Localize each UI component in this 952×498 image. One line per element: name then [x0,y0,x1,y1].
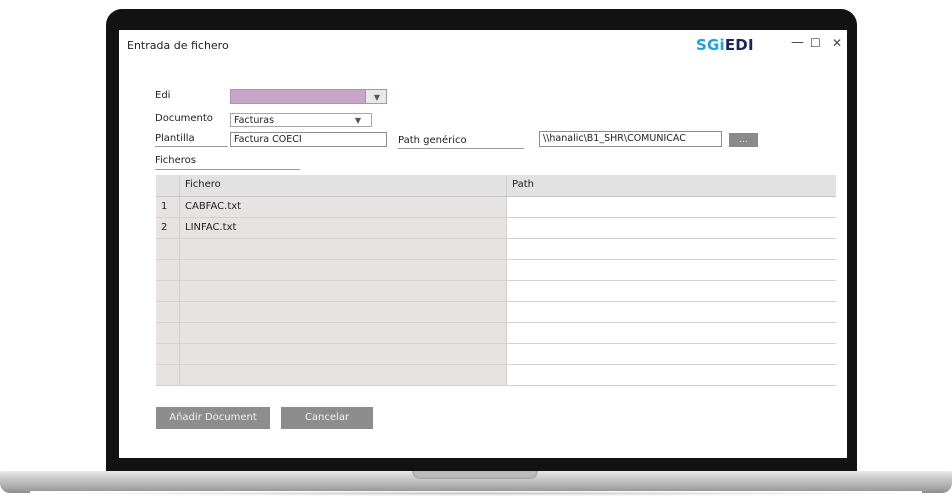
fichero-cell[interactable] [180,344,507,364]
laptop-shadow [30,491,922,496]
edi-label: Edi [155,90,171,101]
fichero-cell[interactable] [180,302,507,322]
path-cell[interactable] [507,323,836,343]
documento-select[interactable]: Facturas ▼ [230,113,372,127]
row-number: 1 [156,197,180,217]
row-number: 2 [156,218,180,238]
add-document-button[interactable]: Añadir Document [156,407,270,429]
minimize-icon[interactable]: — [791,35,804,50]
path-generico-label: Path genérico [398,135,524,149]
documento-value: Facturas [234,115,275,126]
chevron-down-icon: ▼ [373,93,380,102]
table-row[interactable]: 1 CABFAC.txt [156,197,836,218]
column-header-fichero[interactable]: Fichero [180,175,507,196]
fichero-cell[interactable] [180,323,507,343]
plantilla-input[interactable]: Factura COECI [230,132,387,147]
path-cell[interactable] [507,260,836,280]
maximize-icon[interactable]: ☐ [810,36,821,50]
row-number [156,302,180,322]
table-row[interactable]: 2 LINFAC.txt [156,218,836,239]
laptop-notch [412,471,538,479]
chevron-down-icon: ▼ [354,116,361,125]
documento-label: Documento [155,113,213,124]
path-cell[interactable] [507,365,836,385]
table-header: Fichero Path [156,175,836,197]
fichero-cell[interactable] [180,281,507,301]
sgiedi-logo: SGiEDI [696,36,754,54]
row-number [156,260,180,280]
ficheros-label: Ficheros [155,155,300,170]
window-title: Entrada de fichero [127,39,229,52]
row-number [156,344,180,364]
path-generico-input[interactable]: \\hanalic\B1_SHR\COMUNICAC [539,131,722,147]
path-cell[interactable] [507,344,836,364]
fichero-cell[interactable]: LINFAC.txt [180,218,507,238]
path-cell[interactable] [507,302,836,322]
row-number [156,239,180,259]
ficheros-table: Fichero Path 1 CABFAC.txt 2 LINFAC.txt [156,175,836,386]
row-number [156,365,180,385]
table-row[interactable] [156,365,836,386]
path-cell[interactable] [507,197,836,217]
table-row[interactable] [156,323,836,344]
column-header-path[interactable]: Path [507,175,836,196]
table-row[interactable] [156,344,836,365]
app-window: Entrada de fichero SGiEDI — ☐ ✕ Edi ▼ Do… [119,30,847,458]
row-number [156,323,180,343]
browse-button[interactable]: ... [729,133,758,147]
row-number [156,281,180,301]
column-header-num [156,175,180,196]
path-cell[interactable] [507,239,836,259]
edi-select[interactable]: ▼ [230,89,387,104]
table-row[interactable] [156,281,836,302]
fichero-cell[interactable] [180,239,507,259]
fichero-cell[interactable] [180,365,507,385]
fichero-cell[interactable] [180,260,507,280]
fichero-cell[interactable]: CABFAC.txt [180,197,507,217]
plantilla-label: Plantilla [155,133,228,147]
close-icon[interactable]: ✕ [832,36,842,50]
table-row[interactable] [156,239,836,260]
path-cell[interactable] [507,281,836,301]
edi-dropdown-button[interactable]: ▼ [365,90,386,103]
path-cell[interactable] [507,218,836,238]
cancel-button[interactable]: Cancelar [281,407,373,429]
table-row[interactable] [156,302,836,323]
table-row[interactable] [156,260,836,281]
